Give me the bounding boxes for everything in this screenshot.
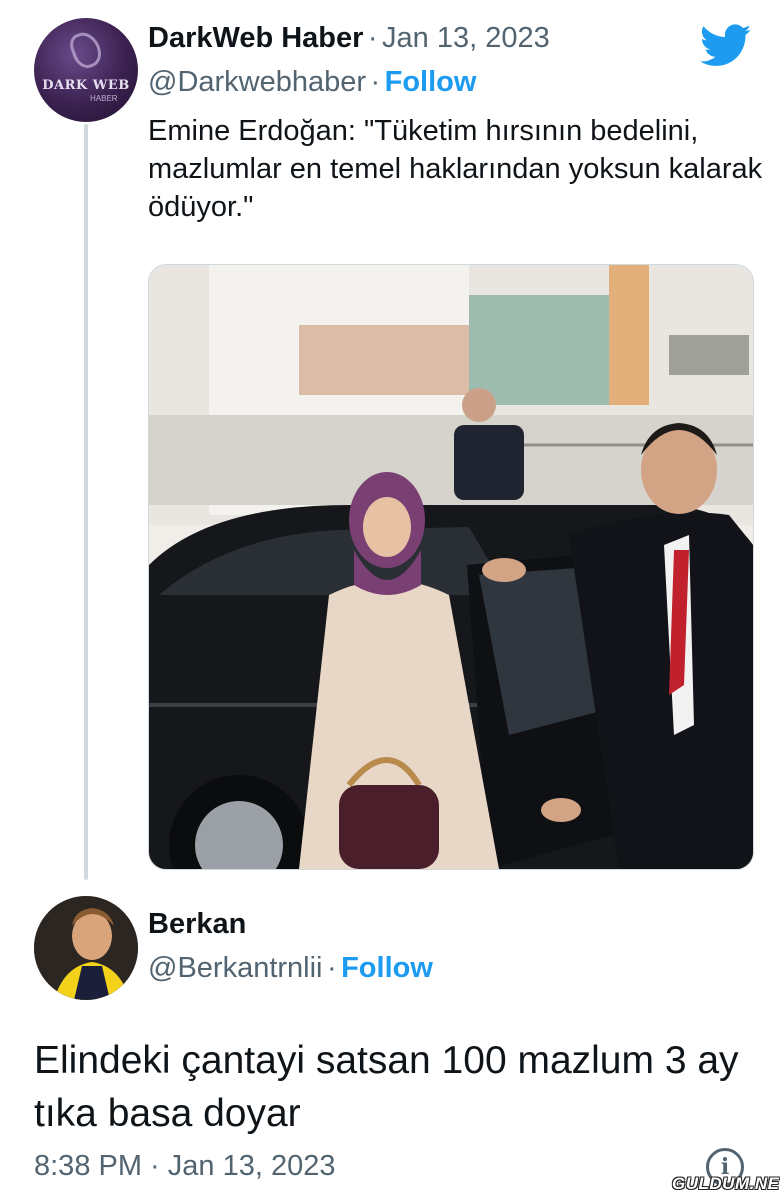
- separator: ·: [326, 952, 337, 984]
- handle-row: @Darkwebhaber · Follow: [148, 66, 476, 99]
- author-handle[interactable]: @Berkantrnlii: [148, 952, 323, 984]
- tweet-date[interactable]: Jan 13, 2023: [382, 22, 550, 54]
- separator: ·: [370, 66, 381, 98]
- photo-illustration: [149, 265, 753, 869]
- reply-timestamp[interactable]: 8:38 PM · Jan 13, 2023: [34, 1150, 335, 1183]
- thread-line: [84, 124, 88, 880]
- separator: ·: [367, 22, 378, 54]
- twitter-bird-icon[interactable]: [700, 24, 752, 68]
- avatar[interactable]: DARK WEB HABER: [34, 18, 138, 122]
- reply-author-row: Berkan: [148, 908, 246, 941]
- author-handle[interactable]: @Darkwebhaber: [148, 66, 366, 98]
- avatar-logo-text: DARK WEB: [42, 78, 130, 93]
- author-name[interactable]: Berkan: [148, 908, 246, 940]
- reply-text: Elindeki çantayi satsan 100 mazlum 3 ay …: [34, 1039, 739, 1135]
- author-name[interactable]: DarkWeb Haber: [148, 22, 363, 54]
- avatar-photo: [34, 896, 138, 1000]
- avatar[interactable]: [34, 896, 138, 1000]
- follow-button[interactable]: Follow: [341, 952, 433, 984]
- avatar-logo-subtext: HABER: [90, 94, 118, 103]
- tweet-text: Emine Erdoğan: "Tüketim hırsının bedelin…: [148, 115, 763, 223]
- logo-icon: [66, 28, 106, 72]
- reply-handle-row: @Berkantrnlii · Follow: [148, 952, 433, 985]
- tweet-header: DarkWeb Haber · Jan 13, 2023: [148, 22, 550, 55]
- tweet-photo[interactable]: [148, 264, 754, 870]
- follow-button[interactable]: Follow: [385, 66, 477, 98]
- watermark: GULDUM.NET: [672, 1174, 780, 1193]
